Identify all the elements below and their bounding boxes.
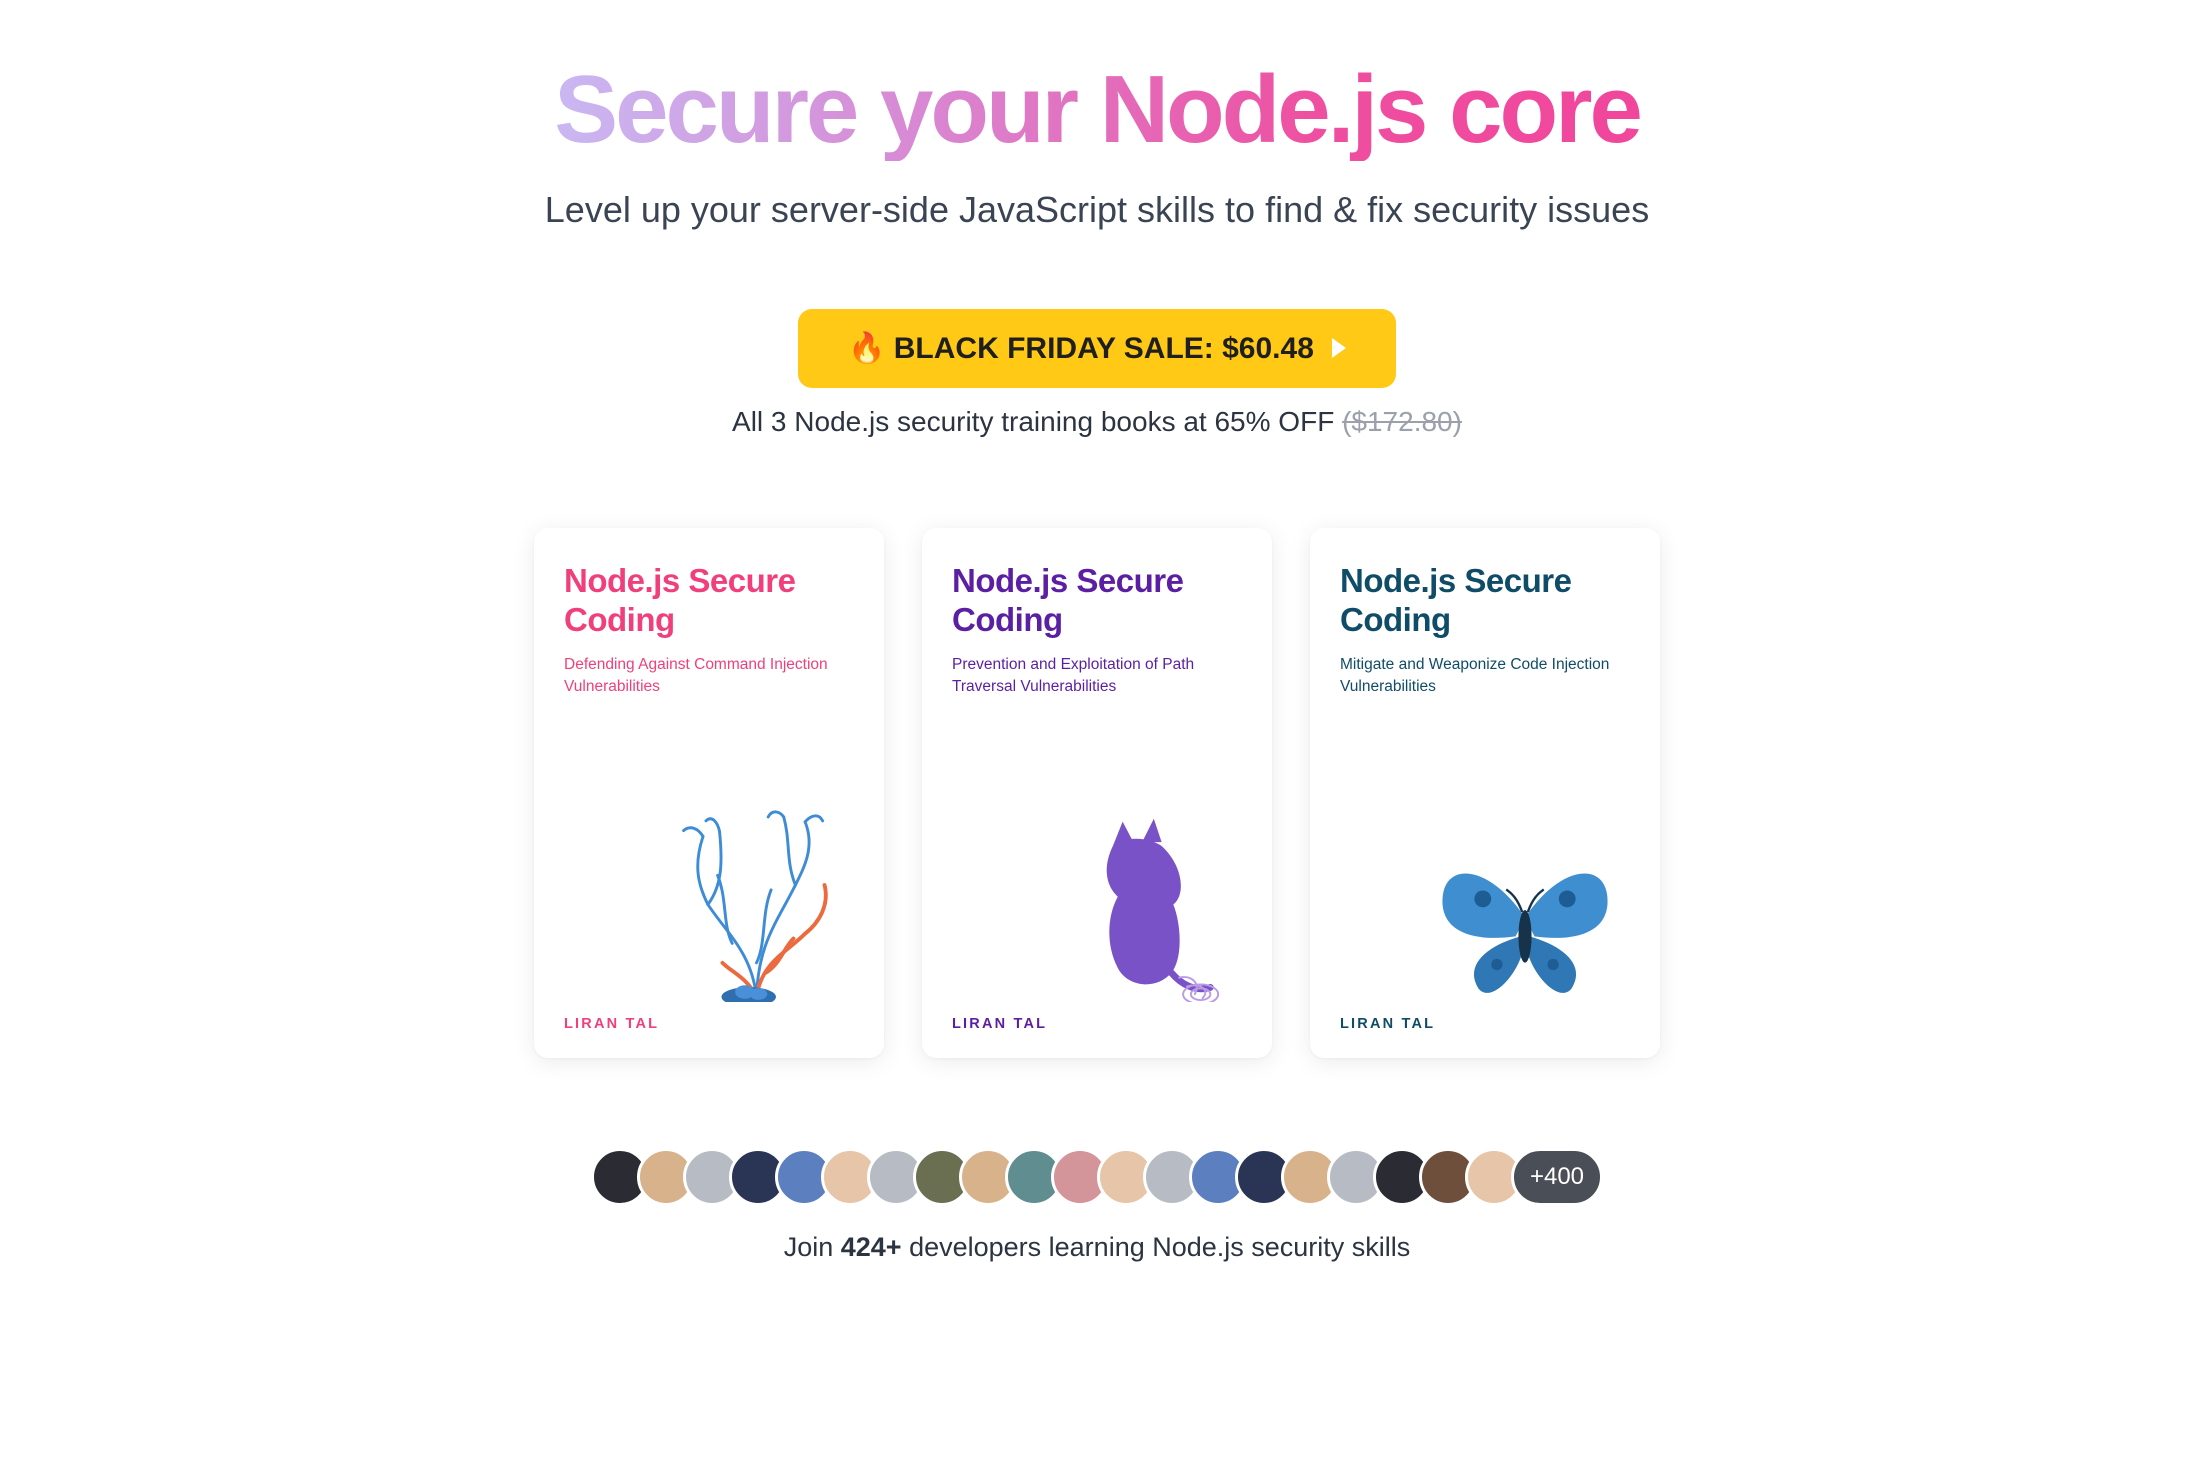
- book-author: LIRAN TAL: [1340, 1016, 1630, 1032]
- social-text-prefix: Join: [784, 1232, 841, 1262]
- social-text-count: 424+: [841, 1232, 902, 1262]
- cta-section: 🔥 BLACK FRIDAY SALE: $60.48 All 3 Node.j…: [732, 309, 1462, 438]
- price-strike: ($172.80): [1342, 406, 1462, 437]
- book-subtitle: Mitigate and Weaponize Code Injection Vu…: [1340, 654, 1630, 699]
- price-line-text: All 3 Node.js security training books at…: [732, 406, 1342, 437]
- page-subhead: Level up your server-side JavaScript ski…: [545, 189, 1649, 231]
- butterfly-icon: [1340, 699, 1630, 1002]
- social-proof-text: Join 424+ developers learning Node.js se…: [784, 1232, 1411, 1263]
- black-friday-cta-button[interactable]: 🔥 BLACK FRIDAY SALE: $60.48: [798, 309, 1396, 388]
- social-proof: +400 Join 424+ developers learning Node.…: [591, 1148, 1603, 1263]
- cta-button-label: 🔥 BLACK FRIDAY SALE: $60.48: [848, 331, 1314, 366]
- book-card-code-injection[interactable]: Node.js Secure Coding Mitigate and Weapo…: [1310, 528, 1660, 1058]
- book-title: Node.js Secure Coding: [564, 562, 854, 640]
- book-card-command-injection[interactable]: Node.js Secure Coding Defending Against …: [534, 528, 884, 1058]
- books-row: Node.js Secure Coding Defending Against …: [534, 528, 1660, 1058]
- avatar-more-badge: +400: [1511, 1148, 1603, 1206]
- book-title: Node.js Secure Coding: [1340, 562, 1630, 640]
- play-icon: [1332, 338, 1346, 358]
- book-card-path-traversal[interactable]: Node.js Secure Coding Prevention and Exp…: [922, 528, 1272, 1058]
- book-author: LIRAN TAL: [564, 1016, 854, 1032]
- book-subtitle: Defending Against Command Injection Vuln…: [564, 654, 854, 699]
- book-title: Node.js Secure Coding: [952, 562, 1242, 640]
- social-text-suffix: developers learning Node.js security ski…: [902, 1232, 1411, 1262]
- book-author: LIRAN TAL: [952, 1016, 1242, 1032]
- book-subtitle: Prevention and Exploitation of Path Trav…: [952, 654, 1242, 699]
- avatar-row: +400: [591, 1148, 1603, 1206]
- price-line: All 3 Node.js security training books at…: [732, 406, 1462, 438]
- page-headline: Secure your Node.js core: [554, 60, 1640, 161]
- cat-icon: [952, 699, 1242, 1002]
- coral-icon: [564, 699, 854, 1002]
